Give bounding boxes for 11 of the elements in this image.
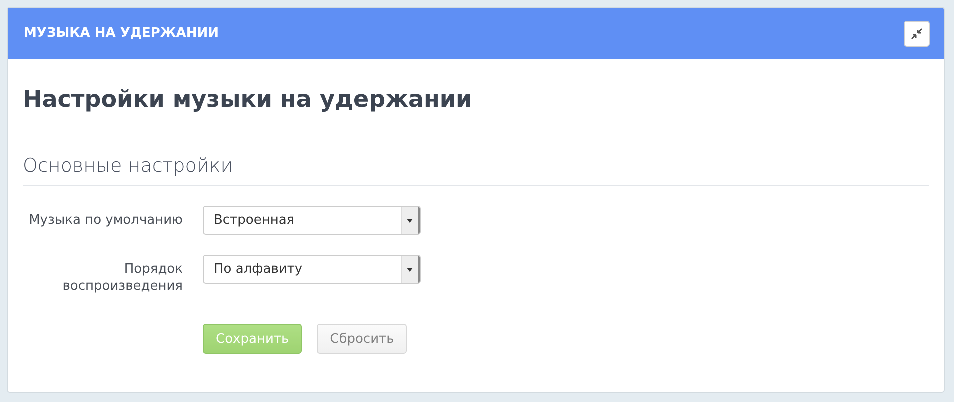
page-title: Настройки музыки на удержании	[23, 87, 474, 113]
collapse-button[interactable]	[904, 20, 930, 46]
caret-icon	[407, 218, 413, 222]
collapse-icon	[911, 28, 923, 40]
window-title: МУЗЫКА НА УДЕРЖАНИИ	[24, 26, 219, 41]
caret-icon	[407, 268, 413, 272]
field-label: Музыка по умолчанию	[28, 212, 183, 229]
select-field[interactable]: По алфавиту	[203, 255, 421, 284]
field-label: Порядок воспроизведения	[62, 261, 183, 295]
select-field[interactable]: Встроенная	[203, 206, 421, 235]
section-title: Основные настройки	[23, 155, 929, 186]
